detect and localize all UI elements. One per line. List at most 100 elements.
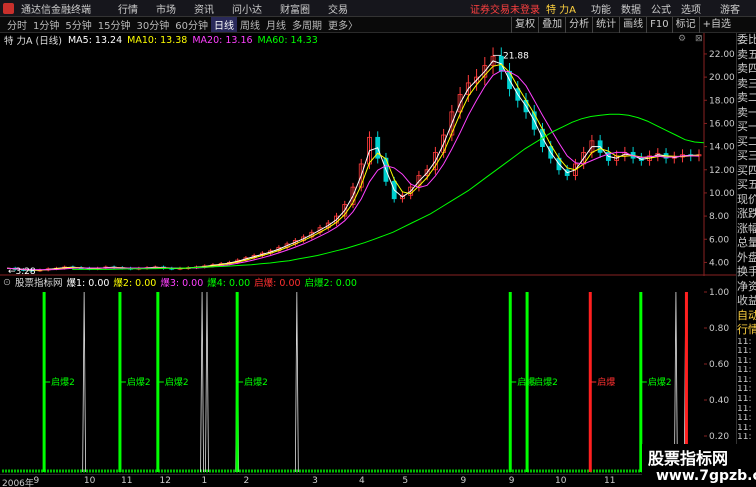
- side-panel-item[interactable]: 11:: [737, 433, 756, 443]
- price-tick-label: 22.00: [709, 50, 735, 60]
- watermark-title: 股票指标网: [648, 449, 729, 468]
- time-axis-label: 11: [604, 476, 616, 486]
- side-panel-item[interactable]: 卖二: [737, 91, 756, 106]
- indicator-value-6: 启爆2: 0.00: [304, 278, 357, 289]
- side-panel-item[interactable]: 净资: [737, 280, 756, 295]
- side-panel-item[interactable]: 卖一: [737, 106, 756, 121]
- indicator-value-3: 爆3: 0.00: [160, 278, 204, 289]
- side-panel-item[interactable]: 卖四: [737, 62, 756, 77]
- green-bar: [42, 292, 46, 472]
- price-tick-label: 14.00: [709, 143, 735, 153]
- side-panel-item[interactable]: 11:: [737, 414, 756, 424]
- indicator-toggle-icon[interactable]: ⊙: [3, 277, 11, 288]
- red-bar: [588, 292, 592, 472]
- price-tick-label: 4.00: [709, 258, 729, 268]
- quote-side-panel: 委比 卖五 卖四 卖三 卖二 卖一 买一 买二 买三 买四 买五 现价 涨跌 涨幅 总量 外盘 换手 净资 收益 自动…: [736, 33, 756, 473]
- time-axis-label: 9: [508, 476, 515, 486]
- price-tick-label: 12.00: [709, 166, 735, 176]
- indicator-value-4: 爆4: 0.00: [207, 278, 251, 289]
- ma5-line: [6, 60, 699, 271]
- indicator-value-2: 爆2: 0.00: [113, 278, 157, 289]
- side-panel-item[interactable]: 买二: [737, 135, 756, 150]
- side-panel-item[interactable]: 11:: [737, 347, 756, 357]
- side-panel-item[interactable]: 11:: [737, 376, 756, 386]
- time-axis-label: 3: [312, 476, 318, 486]
- price-tick-label: 18.00: [709, 96, 735, 106]
- time-axis-label: 2: [243, 476, 250, 486]
- time-axis-label: 10: [83, 476, 96, 486]
- indicator-tick-label: 1.00: [709, 288, 729, 298]
- time-axis-label: 10: [555, 476, 567, 486]
- side-panel-item[interactable]: 行情: [737, 323, 756, 338]
- side-panel-item[interactable]: 收益: [737, 294, 756, 309]
- side-panel-item[interactable]: 外盘: [737, 251, 756, 266]
- white-spike: [294, 291, 299, 473]
- price-tick-label: 20.00: [709, 73, 735, 83]
- indicator-tick-label: 0.20: [709, 432, 729, 442]
- side-panel-item[interactable]: 11:: [737, 338, 756, 348]
- white-spike: [82, 291, 87, 473]
- time-axis-label: 9: [33, 476, 40, 486]
- green-bar: [156, 292, 160, 472]
- signal-label: 启爆2: [534, 376, 558, 388]
- side-panel-item[interactable]: 涨跌: [737, 207, 756, 222]
- signal-label: 启爆2: [51, 376, 75, 388]
- indicator-value-1: 爆1: 0.00: [66, 278, 110, 289]
- price-tick-label: 8.00: [709, 212, 729, 222]
- side-panel-item[interactable]: 换手: [737, 265, 756, 280]
- indicator-value-5: 启爆: 0.00: [254, 278, 301, 289]
- side-panel-item[interactable]: 买四: [737, 164, 756, 179]
- price-tick-label: 6.00: [709, 235, 729, 245]
- signal-label: 启爆: [597, 376, 615, 388]
- time-axis-label: 9: [460, 476, 467, 486]
- side-panel-item[interactable]: 现价: [737, 193, 756, 208]
- indicator-tick-label: 0.80: [709, 324, 729, 334]
- time-axis-label: 11: [121, 476, 133, 486]
- side-panel-item[interactable]: 11:: [737, 424, 756, 434]
- side-panel-item[interactable]: 买一: [737, 120, 756, 135]
- indicator-tick-label: 0.60: [709, 360, 729, 370]
- signal-label: 启爆2: [244, 376, 268, 388]
- signal-label: 启爆: [517, 376, 535, 388]
- white-spike: [235, 291, 240, 473]
- side-panel-item[interactable]: 自动: [737, 309, 756, 324]
- side-panel-item[interactable]: 11:: [737, 357, 756, 367]
- side-panel-item[interactable]: 卖五: [737, 48, 756, 63]
- ma60-line: [72, 113, 705, 270]
- green-bar: [525, 292, 529, 472]
- ma20-line: [6, 70, 700, 271]
- signal-label: 启爆2: [165, 376, 189, 388]
- time-axis-label: 2006年: [2, 479, 34, 487]
- time-axis-label: 4: [359, 476, 365, 486]
- indicator-name[interactable]: 股票指标网: [15, 275, 63, 289]
- indicator-header: ⊙ 股票指标网 爆1: 0.00 爆2: 0.00 爆3: 0.00 爆4: 0…: [0, 275, 705, 290]
- side-panel-item[interactable]: 买五: [737, 178, 756, 193]
- time-axis-label: 5: [402, 476, 409, 486]
- side-panel-item[interactable]: 11:: [737, 405, 756, 415]
- white-spike: [205, 291, 209, 473]
- side-panel-item[interactable]: 卖三: [737, 77, 756, 92]
- signal-label: 启爆2: [648, 376, 672, 388]
- green-bar: [235, 292, 239, 472]
- side-panel-item[interactable]: 买三: [737, 149, 756, 164]
- side-panel-item[interactable]: 11:: [737, 366, 756, 376]
- time-axis-label: 12: [159, 476, 171, 486]
- white-spike: [200, 291, 204, 473]
- side-panel-item[interactable]: 11:: [737, 395, 756, 405]
- side-panel-item[interactable]: 涨幅: [737, 222, 756, 237]
- green-bar: [508, 292, 512, 472]
- watermark-url: www.7gpzb.com: [656, 468, 756, 484]
- time-axis-label: 1: [201, 476, 208, 486]
- side-panel-item[interactable]: 11:: [737, 385, 756, 395]
- price-tick-label: 10.00: [709, 189, 735, 199]
- ma10-line: [6, 63, 700, 271]
- price-chart[interactable]: 21.88←3.28 22.0020.0018.0016.0014.0012.0…: [0, 0, 736, 276]
- signal-label: 启爆2: [127, 376, 151, 388]
- green-bar: [118, 292, 122, 472]
- high-label: 21.88: [503, 51, 529, 61]
- side-panel-item[interactable]: 总量: [737, 236, 756, 251]
- time-axis: 2006年 9 10 11 12 1 2 3 4 5 9 9 10 11: [0, 474, 705, 487]
- side-panel-item[interactable]: 委比: [737, 33, 756, 48]
- price-tick-label: 16.00: [709, 119, 735, 129]
- indicator-tick-label: 0.40: [709, 396, 729, 406]
